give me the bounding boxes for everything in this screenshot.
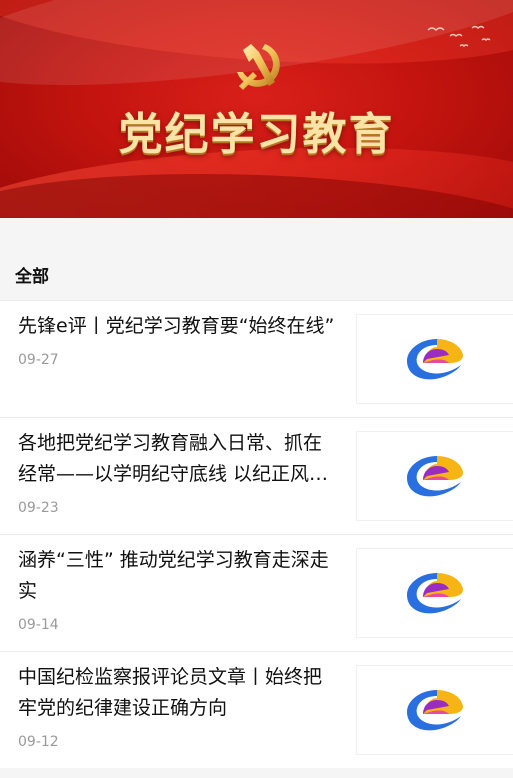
article-date: 09-23 bbox=[18, 500, 59, 516]
article-thumbnail bbox=[357, 432, 513, 520]
article-title: 中国纪检监察报评论员文章丨始终把牢党的纪律建设正确方向 bbox=[18, 666, 323, 719]
e-logo-icon bbox=[407, 339, 463, 380]
e-logo-icon bbox=[407, 573, 463, 614]
birds-icon bbox=[427, 25, 491, 47]
party-emblem-icon bbox=[237, 44, 280, 90]
article-list: 先锋e评丨党纪学习教育要“始终在线” 09-27 各地把党纪学习教育融入日常、抓… bbox=[0, 300, 513, 768]
article-title: 各地把党纪学习教育融入日常、抓在经常——以学明纪守底线 以纪正风促发展 bbox=[18, 432, 329, 485]
e-logo-icon bbox=[407, 456, 463, 497]
article-date: 09-12 bbox=[18, 734, 59, 750]
list-item[interactable]: 中国纪检监察报评论员文章丨始终把牢党的纪律建设正确方向 09-12 bbox=[0, 651, 513, 768]
e-logo-icon bbox=[407, 690, 463, 731]
banner: 党纪学习教育 bbox=[0, 0, 513, 218]
article-title: 先锋e评丨党纪学习教育要“始终在线” bbox=[18, 315, 335, 337]
article-thumbnail bbox=[357, 549, 513, 637]
list-item[interactable]: 各地把党纪学习教育融入日常、抓在经常——以学明纪守底线 以纪正风促发展 09-2… bbox=[0, 417, 513, 534]
article-date: 09-14 bbox=[18, 617, 59, 633]
article-thumbnail bbox=[357, 666, 513, 754]
spacer bbox=[0, 218, 513, 263]
section-label[interactable]: 全部 bbox=[0, 263, 513, 300]
list-item[interactable]: 涵养“三性” 推动党纪学习教育走深走实 09-14 bbox=[0, 534, 513, 651]
article-title: 涵养“三性” 推动党纪学习教育走深走实 bbox=[18, 549, 329, 602]
article-thumbnail bbox=[357, 315, 513, 403]
article-date: 09-27 bbox=[18, 352, 59, 368]
banner-title: 党纪学习教育 bbox=[118, 109, 395, 160]
list-item[interactable]: 先锋e评丨党纪学习教育要“始终在线” 09-27 bbox=[0, 300, 513, 417]
